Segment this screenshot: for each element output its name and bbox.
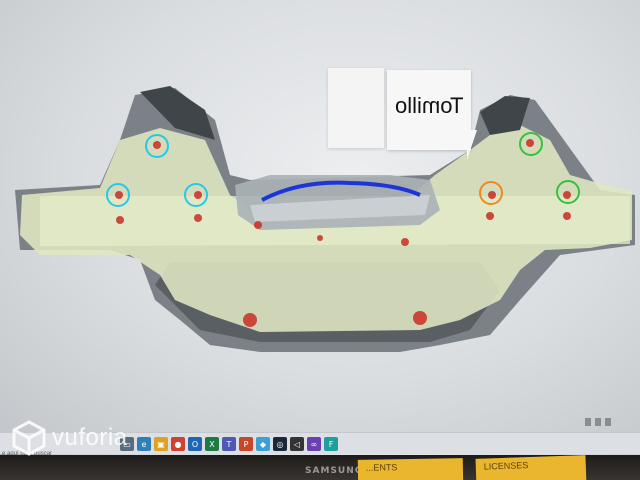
unity-icon[interactable]: ◁	[290, 437, 304, 451]
vuforia-cube-icon	[12, 420, 46, 456]
tray-icon[interactable]	[585, 418, 591, 426]
monitor-brand: SAMSUNG	[305, 466, 364, 476]
paint-icon[interactable]: ◆	[256, 437, 270, 451]
camera-photo: Tomillo e aquí para buscar ▭ e ▣ ● O X T…	[0, 0, 640, 480]
excel-icon[interactable]: X	[205, 437, 219, 451]
vuforia-studio-icon[interactable]: F	[324, 437, 338, 451]
sticky-note: ...ENTS	[357, 458, 464, 480]
visual-studio-icon[interactable]: ∞	[307, 437, 321, 451]
callout-pointer	[467, 130, 477, 160]
tray-icon[interactable]	[605, 418, 611, 426]
folder-icon[interactable]: ▣	[154, 437, 168, 451]
callout-backing	[328, 68, 384, 148]
part-callout: Tomillo	[387, 70, 471, 150]
callout-label: Tomillo	[394, 93, 464, 118]
edge-icon[interactable]: e	[137, 437, 151, 451]
vuforia-logo-text: vuforia	[52, 424, 128, 451]
powerpoint-icon[interactable]: P	[239, 437, 253, 451]
tray-icon[interactable]	[595, 418, 601, 426]
chrome-icon[interactable]: ●	[171, 437, 185, 451]
subframe-model	[15, 86, 635, 352]
outlook-icon[interactable]: O	[188, 437, 202, 451]
teams-icon[interactable]: T	[222, 437, 236, 451]
steam-icon[interactable]: ◎	[273, 437, 287, 451]
taskbar-icon-row: ▭ e ▣ ● O X T P ◆ ◎ ◁ ∞ F	[120, 437, 338, 451]
sticky-note: LICENSES	[475, 455, 587, 480]
vuforia-watermark: vuforia	[12, 420, 128, 456]
system-tray	[585, 418, 611, 426]
